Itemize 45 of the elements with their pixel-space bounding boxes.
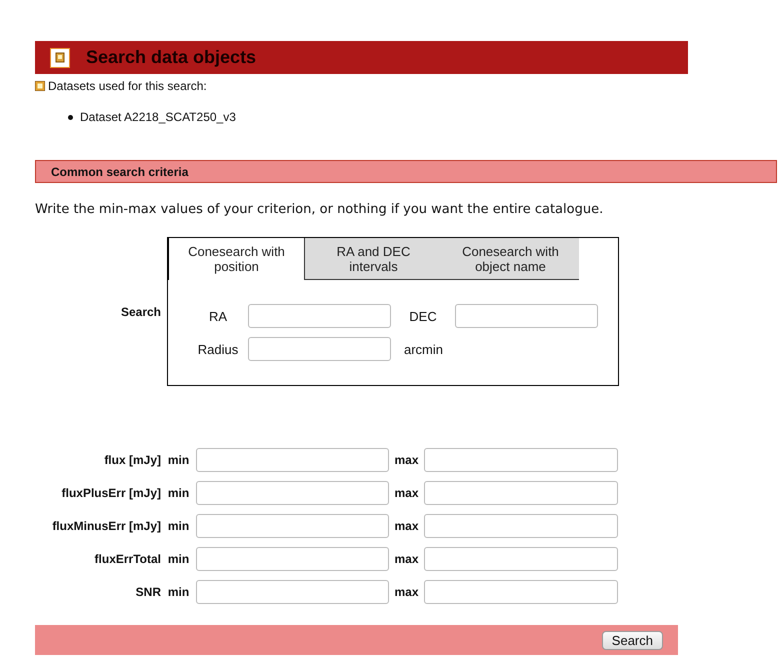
min-label: min [166, 519, 190, 533]
input-field[interactable] [424, 547, 618, 571]
input-field[interactable] [196, 448, 389, 472]
datasets-label: Datasets used for this search: [48, 79, 207, 93]
criterion-label: fluxErrTotal [94, 552, 161, 566]
dataset-item: Dataset A2218_SCAT250_v3 [80, 110, 236, 124]
field-label: Radius [196, 342, 240, 356]
criterion-label: fluxPlusErr [mJy] [60, 486, 161, 500]
unit-label: arcmin [403, 342, 444, 356]
criterion-label: flux [mJy] [103, 453, 161, 467]
min-label: min [166, 486, 190, 500]
criterion-label: SNR [134, 585, 161, 599]
section-title: Common search criteria [35, 160, 777, 183]
input-field[interactable] [196, 547, 389, 571]
instruction-text: Write the min-max values of your criterion, or nothing if you want the entire catalogue. [35, 202, 604, 217]
document-icon [35, 81, 45, 91]
input-field[interactable] [424, 514, 618, 538]
max-label: max [393, 519, 420, 533]
document-icon [50, 48, 70, 68]
input-field[interactable] [424, 580, 618, 604]
input-field[interactable] [196, 580, 389, 604]
page-title: Search data objects [86, 47, 256, 68]
field-label: RA [208, 308, 228, 324]
bullet-icon [68, 114, 73, 120]
field-label: DEC [408, 308, 438, 324]
criterion-label: fluxMinusErr [mJy] [51, 519, 161, 533]
input-field[interactable] [455, 304, 598, 328]
min-label: min [166, 453, 190, 467]
max-label: max [393, 486, 420, 500]
input-field[interactable] [248, 304, 391, 328]
input-field[interactable] [424, 481, 618, 505]
input-field[interactable] [196, 481, 389, 505]
max-label: max [393, 552, 420, 566]
tab[interactable]: RA and DEC intervals [305, 238, 442, 280]
search-button[interactable]: Search [602, 630, 663, 650]
min-label: min [166, 552, 190, 566]
input-field[interactable] [424, 448, 618, 472]
input-field[interactable] [248, 337, 391, 361]
tab[interactable]: Conesearch with object name [442, 238, 579, 280]
tab[interactable]: Conesearch with position [168, 238, 305, 280]
input-field[interactable] [196, 514, 389, 538]
max-label: max [393, 453, 420, 467]
max-label: max [393, 585, 420, 599]
min-label: min [166, 585, 190, 599]
search-label: Search [120, 304, 161, 318]
